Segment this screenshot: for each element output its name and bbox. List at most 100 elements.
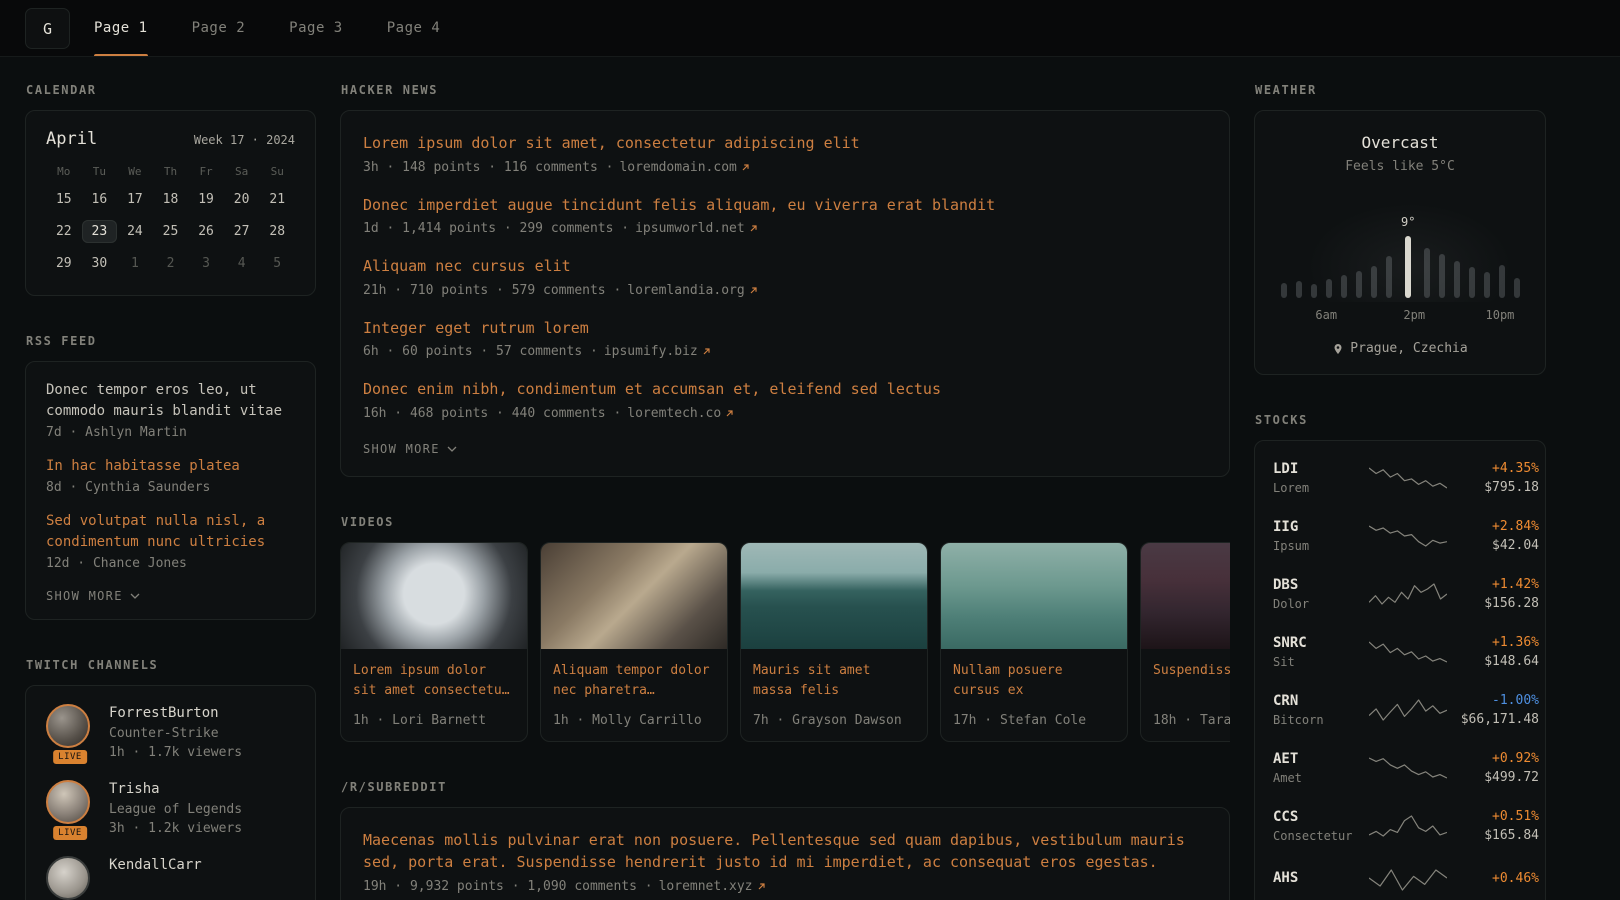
hn-item-title[interactable]: Donec enim nibh, condimentum et accumsan… [363, 378, 1207, 401]
video-card[interactable]: Nullam posuere cursus ex 17h · Stefan Co… [940, 542, 1128, 742]
subreddit-post-meta: 19h · 9,932 points · 1,090 comments · lo… [363, 879, 1207, 894]
calendar-weekday-row: MoTuWeThFrSaSu [46, 165, 295, 178]
video-title[interactable]: Lorem ipsum dolor sit amet consectetu… [341, 649, 527, 713]
video-card[interactable]: Mauris sit amet massa felis 7h · Grayson… [740, 542, 928, 742]
subreddit-post-title[interactable]: Maecenas mollis pulvinar erat non posuer… [363, 829, 1207, 874]
hn-item-domain-link[interactable]: loremdomain.com [619, 160, 749, 175]
external-link-icon [757, 882, 766, 891]
video-thumbnail[interactable] [741, 543, 927, 649]
calendar-day: 21 [259, 188, 295, 211]
subreddit-card: Maecenas mollis pulvinar erat non posuer… [340, 807, 1230, 900]
hn-item: Aliquam nec cursus elit 21h · 710 points… [363, 255, 1207, 298]
chevron-down-icon [130, 593, 140, 599]
video-meta: 7h · Grayson Dawson [741, 713, 927, 741]
stock-values: -1.00% $66,171.48 [1447, 693, 1539, 727]
hn-show-more-button[interactable]: SHOW MORE [363, 440, 457, 458]
subreddit-post-domain-link[interactable]: loremnet.xyz [659, 879, 766, 894]
video-title[interactable]: Mauris sit amet massa felis [741, 649, 927, 713]
stock-sparkline [1369, 867, 1447, 893]
hn-item-domain-link[interactable]: ipsumworld.net [635, 221, 758, 236]
rss-section-title: RSS FEED [26, 334, 316, 348]
stocks-section-title: STOCKS [1255, 413, 1546, 427]
hn-item-title[interactable]: Lorem ipsum dolor sit amet, consectetur … [363, 132, 1207, 155]
video-thumbnail[interactable] [541, 543, 727, 649]
stock-row[interactable]: CRN Bitcorn -1.00% $66,171.48 [1273, 681, 1527, 739]
video-card[interactable]: Aliquam tempor dolor nec pharetra… 1h · … [540, 542, 728, 742]
stock-name: Lorem [1273, 481, 1369, 495]
calendar-day: 17 [117, 188, 153, 211]
stock-change: +0.51% [1447, 809, 1539, 824]
weather-condition: Overcast [1273, 133, 1527, 152]
live-badge: LIVE [53, 750, 87, 764]
calendar-header: April Week 17 · 2024 [46, 129, 295, 149]
top-bar: G Page 1 Page 2 Page 3 Page 4 [0, 0, 1620, 57]
calendar-day: 26 [188, 220, 224, 243]
calendar-day: 28 [259, 220, 295, 243]
calendar-day: 18 [153, 188, 189, 211]
stock-row[interactable]: AHS +0.46% [1273, 855, 1527, 900]
calendar-day: 5 [259, 252, 295, 275]
calendar-date-grid: 1516171819202122232425262728293012345 [46, 188, 295, 275]
hn-item-domain-link[interactable]: loremlandia.org [627, 283, 757, 298]
stock-name: Ipsum [1273, 539, 1369, 553]
page-tab[interactable]: Page 3 [289, 0, 343, 56]
stock-price: $42.04 [1447, 538, 1539, 553]
rss-item-title[interactable]: In hac habitasse platea [46, 456, 295, 477]
external-link-icon [725, 409, 734, 418]
hn-item-domain-link[interactable]: loremtech.co [627, 406, 734, 421]
video-card[interactable]: Lorem ipsum dolor sit amet consectetu… 1… [340, 542, 528, 742]
hn-item-domain-link[interactable]: ipsumify.biz [604, 344, 711, 359]
video-title[interactable]: Aliquam tempor dolor nec pharetra… [541, 649, 727, 713]
stock-price: $156.28 [1447, 596, 1539, 611]
twitch-channel[interactable]: KendallCarr [46, 856, 295, 900]
page-tab[interactable]: Page 2 [192, 0, 246, 56]
stock-symbol: AHS [1273, 870, 1369, 886]
stock-row[interactable]: CCS Consectetur +0.51% $165.84 [1273, 797, 1527, 855]
chevron-down-icon [447, 446, 457, 452]
stock-change: +1.36% [1447, 635, 1539, 650]
stock-identity: CRN Bitcorn [1273, 693, 1369, 727]
hn-item-meta: 6h · 60 points · 57 comments · ipsumify.… [363, 344, 1207, 359]
hn-item-title[interactable]: Donec imperdiet augue tincidunt felis al… [363, 194, 1207, 217]
video-title[interactable]: Nullam posuere cursus ex [941, 649, 1127, 713]
hn-item-meta: 3h · 148 points · 116 comments · loremdo… [363, 160, 1207, 175]
weather-bar [1386, 198, 1392, 298]
twitch-channel[interactable]: LIVE ForrestBurton Counter-Strike 1h · 1… [46, 704, 295, 760]
weather-bar [1514, 198, 1520, 298]
page-tab[interactable]: Page 1 [94, 0, 148, 56]
twitch-channel[interactable]: LIVE Trisha League of Legends 3h · 1.2k … [46, 780, 295, 836]
stock-sparkline [1369, 581, 1447, 607]
stock-row[interactable]: DBS Dolor +1.42% $156.28 [1273, 565, 1527, 623]
rss-item-title[interactable]: Sed volutpat nulla nisl, a condimentum n… [46, 511, 295, 553]
stock-row[interactable]: LDI Lorem +4.35% $795.18 [1273, 449, 1527, 507]
stock-price: $66,171.48 [1447, 712, 1539, 727]
video-card[interactable]: Suspendisse diam 18h · Tara [1140, 542, 1230, 742]
stock-symbol: CRN [1273, 693, 1369, 709]
rss-show-more-button[interactable]: SHOW MORE [46, 587, 140, 605]
weather-bar [1341, 198, 1347, 298]
channel-name: KendallCarr [109, 857, 202, 873]
app-logo[interactable]: G [25, 8, 70, 49]
rss-item-title[interactable]: Donec tempor eros leo, ut commodo mauris… [46, 380, 295, 422]
channel-info: Trisha League of Legends 3h · 1.2k viewe… [109, 780, 242, 836]
page-tab[interactable]: Page 4 [387, 0, 441, 56]
stock-row[interactable]: AET Amet +0.92% $499.72 [1273, 739, 1527, 797]
video-title[interactable]: Suspendisse diam [1141, 649, 1230, 713]
video-thumbnail[interactable] [341, 543, 527, 649]
video-thumbnail[interactable] [1141, 543, 1230, 649]
hn-item-stats: 16h · 468 points · 440 comments · [363, 406, 621, 421]
calendar-day: 4 [224, 252, 260, 275]
stock-row[interactable]: SNRC Sit +1.36% $148.64 [1273, 623, 1527, 681]
calendar-day: 20 [224, 188, 260, 211]
stock-row[interactable]: IIG Ipsum +2.84% $42.04 [1273, 507, 1527, 565]
weather-bars: 9° [1281, 198, 1519, 298]
hn-item-title[interactable]: Aliquam nec cursus elit [363, 255, 1207, 278]
rss-list: Donec tempor eros leo, ut commodo mauris… [46, 380, 295, 571]
hn-section-title: HACKER NEWS [341, 83, 1230, 97]
rss-item: Donec tempor eros leo, ut commodo mauris… [46, 380, 295, 440]
video-thumbnail[interactable] [941, 543, 1127, 649]
calendar-weekday: Sa [224, 165, 260, 178]
rss-widget: RSS FEED Donec tempor eros leo, ut commo… [25, 334, 316, 620]
stock-sparkline [1369, 755, 1447, 781]
hn-item-title[interactable]: Integer eget rutrum lorem [363, 317, 1207, 340]
